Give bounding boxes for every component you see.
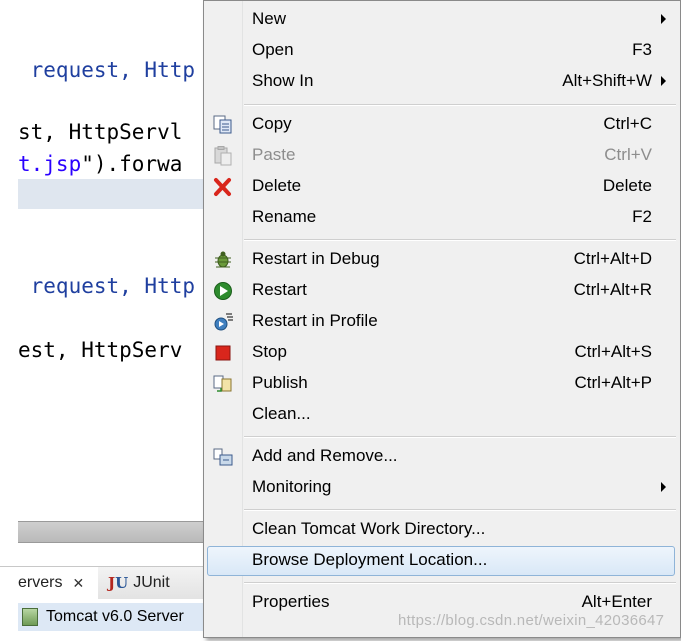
menu-item-clean-tomcat-work-directory[interactable]: Clean Tomcat Work Directory... (204, 515, 680, 545)
publish-icon (213, 375, 232, 392)
menu-item-label: Clean Tomcat Work Directory... (252, 519, 486, 538)
menu-item-shortcut: Ctrl+Alt+R (573, 280, 652, 299)
menu-item-shortcut: Ctrl+Alt+S (574, 342, 652, 361)
menu-item-label: Copy (252, 114, 292, 133)
server-name: Tomcat v6.0 Server (46, 608, 184, 625)
menu-item-label: Monitoring (252, 477, 332, 496)
server-icon (22, 608, 38, 626)
code-line-4: request, Http (18, 274, 195, 298)
menu-item-label: Add and Remove... (252, 446, 398, 465)
menu-item-browse-deployment-location[interactable]: Browse Deployment Location... (204, 546, 680, 576)
menu-item-add-and-remove[interactable]: Add and Remove... (204, 442, 680, 472)
menu-item-shortcut: Alt+Enter (581, 592, 652, 611)
menu-item-label: Publish (252, 373, 308, 392)
menu-item-new[interactable]: New (204, 5, 680, 35)
code-line-2: st, HttpServl (18, 120, 182, 144)
menu-item-label: New (252, 9, 287, 28)
code-token: st, HttpServl (18, 120, 183, 144)
code-token: request, Http (18, 274, 196, 298)
current-line-highlight (18, 179, 218, 209)
menu-item-open[interactable]: Open F3 (204, 36, 680, 66)
menu-item-label: Show In (252, 71, 314, 90)
server-list-item[interactable]: Tomcat v6.0 Server (18, 603, 218, 631)
menu-item-shortcut: Ctrl+V (604, 145, 652, 164)
menu-item-label: Clean... (252, 404, 311, 423)
stop-icon (215, 345, 231, 361)
menu-item-label: Rename (252, 207, 317, 226)
menu-item-restart-in-debug[interactable]: Restart in Debug Ctrl+Alt+D (204, 245, 680, 275)
menu-item-monitoring[interactable]: Monitoring (204, 473, 680, 503)
add-remove-icon (213, 448, 233, 466)
delete-icon (214, 178, 231, 196)
menu-item-label: Stop (252, 342, 287, 361)
menu-separator (244, 239, 676, 241)
debug-bug-icon (215, 251, 231, 268)
tab-junit-label: JUnit (133, 574, 170, 591)
submenu-arrow-icon (661, 482, 666, 492)
menu-item-shortcut: Ctrl+C (603, 114, 652, 133)
junit-icon-u: U (115, 574, 129, 592)
tab-servers[interactable]: ervers ✕ (0, 567, 98, 599)
bottom-view-tabbar: ervers ✕ JU JUnit (0, 566, 220, 599)
horizontal-scrollbar[interactable] (18, 521, 218, 543)
menu-item-shortcut: F2 (632, 207, 652, 226)
menu-item-label: Open (252, 40, 294, 59)
menu-item-copy[interactable]: Copy Ctrl+C (204, 110, 680, 140)
menu-item-label: Browse Deployment Location... (252, 550, 488, 569)
menu-item-label: Restart in Profile (252, 311, 378, 330)
menu-item-label: Properties (252, 592, 330, 611)
run-icon (214, 282, 232, 300)
menu-item-delete[interactable]: Delete Delete (204, 172, 680, 202)
menu-item-label: Restart in Debug (252, 249, 380, 268)
profile-icon (214, 313, 233, 331)
tab-servers-label: ervers (18, 574, 63, 591)
copy-icon (213, 115, 232, 134)
code-line-1: request, Http (18, 58, 195, 82)
menu-item-publish[interactable]: Publish Ctrl+Alt+P (204, 369, 680, 399)
menu-item-shortcut: Ctrl+Alt+P (574, 373, 652, 392)
menu-separator (244, 436, 676, 438)
code-token: t.jsp (18, 152, 82, 176)
code-line-3: t.jsp").forwa (18, 152, 182, 176)
code-token: request, Http (18, 58, 196, 82)
menu-item-shortcut: F3 (632, 40, 652, 59)
menu-item-shortcut: Ctrl+Alt+D (573, 249, 652, 268)
menu-item-restart[interactable]: Restart Ctrl+Alt+R (204, 276, 680, 306)
menu-item-label: Paste (252, 145, 296, 164)
menu-item-shortcut: Alt+Shift+W (562, 71, 652, 90)
menu-item-show-in[interactable]: Show In Alt+Shift+W (204, 67, 680, 97)
menu-separator (244, 509, 676, 511)
menu-item-label: Restart (252, 280, 307, 299)
junit-icon: JU (108, 574, 128, 592)
menu-item-rename[interactable]: Rename F2 (204, 203, 680, 233)
menu-item-clean[interactable]: Clean... (204, 400, 680, 430)
menu-item-label: Delete (252, 176, 302, 195)
menu-item-restart-in-profile[interactable]: Restart in Profile (204, 307, 680, 337)
code-token: est, HttpServ (18, 338, 183, 362)
tab-junit[interactable]: JU JUnit (104, 567, 170, 599)
menu-item-shortcut: Delete (602, 176, 652, 195)
menu-item-paste[interactable]: Paste Ctrl+V (204, 141, 680, 171)
submenu-arrow-icon (661, 76, 666, 86)
submenu-arrow-icon (661, 14, 666, 24)
context-menu: New Open F3 Show In Alt+Shift+W Copy Ctr… (203, 0, 681, 638)
paste-icon (214, 146, 232, 166)
code-token: ").forwa (81, 152, 183, 176)
close-icon[interactable]: ✕ (72, 575, 84, 592)
menu-separator (244, 582, 676, 584)
watermark-text: https://blog.csdn.net/weixin_42036647 (398, 612, 665, 629)
menu-item-stop[interactable]: Stop Ctrl+Alt+S (204, 338, 680, 368)
menu-separator (244, 104, 676, 106)
code-line-5: est, HttpServ (18, 338, 182, 362)
